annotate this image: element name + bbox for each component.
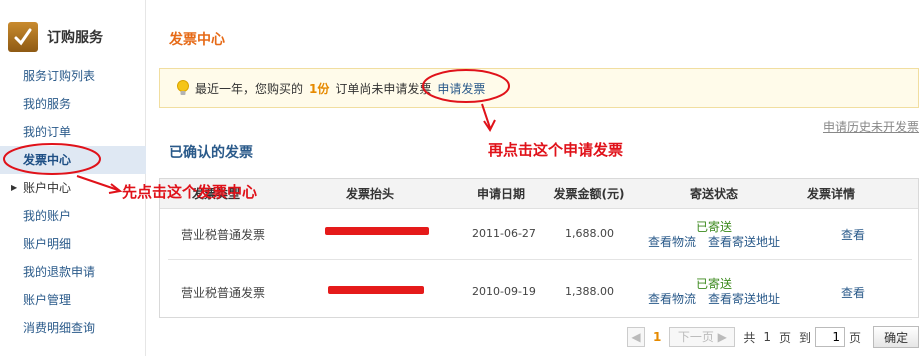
chevron-left-icon: ◀ — [631, 330, 641, 344]
view-detail-link[interactable]: 查看 — [841, 284, 865, 301]
current-page[interactable]: 1 — [653, 330, 661, 344]
sidebar-group-label: 账户中心 — [23, 181, 72, 195]
goto-unit: 页 — [849, 330, 862, 345]
history-unissued-link[interactable]: 申请历史未开发票 — [823, 118, 919, 135]
col-header-date: 申请日期 — [476, 187, 525, 201]
page-title: 发票中心 — [169, 32, 225, 48]
chevron-right-icon: ▶ — [717, 330, 727, 344]
next-page-button[interactable]: 下一页 ▶ — [669, 327, 736, 347]
notice-count: 1份 — [309, 81, 330, 96]
cell-date: 2010-09-19 — [472, 285, 536, 298]
lightbulb-icon — [177, 80, 189, 95]
cell-amount: 1,388.00 — [565, 285, 614, 298]
total-pages: 1 — [763, 330, 772, 344]
prev-page-button[interactable]: ◀ — [627, 327, 645, 347]
col-header-title: 发票抬头 — [345, 187, 394, 201]
cell-type: 营业税普通发票 — [181, 286, 266, 300]
section-title: 已确认的发票 — [169, 145, 253, 161]
sidebar-item-my-services[interactable]: 我的服务 — [0, 90, 146, 118]
sidebar-item-account-management[interactable]: 账户管理 — [0, 286, 146, 314]
annotation-step1: 先点击这个发票中心 — [122, 183, 258, 201]
invoice-table: 发票类型 发票抬头 申请日期 发票金额(元) 寄送状态 发票详情 营业税普通发票… — [159, 178, 919, 318]
sidebar-title: 订购服务 — [47, 30, 103, 46]
table-row: 营业税普通发票 2010-09-19 1,388.00 已寄送 查看物流 查看寄… — [168, 259, 912, 315]
pagination: ◀ 1 下一页 ▶ 共 1 页 到 页 确定 — [627, 326, 920, 348]
total-prefix: 共 — [743, 330, 756, 345]
annotation-step2: 再点击这个申请发票 — [488, 141, 624, 159]
col-header-detail: 发票详情 — [806, 187, 855, 201]
notice-bar: 最近一年，您购买的 1份 订单尚未申请发票 申请发票 — [159, 68, 919, 108]
view-address-link[interactable]: 查看寄送地址 — [708, 233, 780, 250]
redacted-title — [325, 227, 429, 235]
sidebar-item-service-list[interactable]: 服务订购列表 — [0, 62, 146, 90]
redacted-title — [328, 286, 424, 294]
checkmark-icon — [8, 22, 38, 52]
goto-prefix: 到 — [799, 330, 812, 345]
col-header-amount: 发票金额(元) — [553, 187, 625, 201]
apply-invoice-link[interactable]: 申请发票 — [437, 80, 485, 97]
view-logistics-link[interactable]: 查看物流 — [648, 233, 696, 250]
sidebar-nav: 服务订购列表 我的服务 我的订单 发票中心 ▶ 账户中心 我的账户 账户明细 我… — [0, 62, 146, 342]
cell-type: 营业税普通发票 — [181, 228, 266, 242]
sidebar-brand: 订购服务 — [8, 20, 103, 54]
view-logistics-link[interactable]: 查看物流 — [648, 290, 696, 307]
next-page-label: 下一页 — [677, 330, 714, 344]
view-detail-link[interactable]: 查看 — [841, 226, 865, 243]
confirm-button[interactable]: 确定 — [873, 326, 920, 348]
sidebar-item-refund-requests[interactable]: 我的退款申请 — [0, 258, 146, 286]
notice-prefix: 最近一年，您购买的 — [195, 81, 304, 96]
sidebar-item-invoice-center[interactable]: 发票中心 — [0, 146, 146, 174]
notice-suffix: 订单尚未申请发票 — [335, 81, 432, 96]
triangle-right-icon: ▶ — [11, 183, 18, 192]
cell-amount: 1,688.00 — [565, 227, 614, 240]
sidebar-item-consumption-query[interactable]: 消费明细查询 — [0, 314, 146, 342]
sidebar-item-account-details[interactable]: 账户明细 — [0, 230, 146, 258]
view-address-link[interactable]: 查看寄送地址 — [708, 290, 780, 307]
sidebar-item-my-orders[interactable]: 我的订单 — [0, 118, 146, 146]
sidebar: 订购服务 服务订购列表 我的服务 我的订单 发票中心 ▶ 账户中心 我的账户 账… — [0, 0, 146, 356]
col-header-status: 寄送状态 — [689, 187, 738, 201]
main-content: 发票中心 最近一年，您购买的 1份 订单尚未申请发票 申请发票 申请历史未开发票… — [159, 0, 921, 356]
cell-date: 2011-06-27 — [472, 227, 536, 240]
goto-page-input[interactable] — [815, 327, 846, 347]
sidebar-item-my-account[interactable]: 我的账户 — [0, 202, 146, 230]
table-header: 发票类型 发票抬头 申请日期 发票金额(元) 寄送状态 发票详情 — [160, 179, 918, 209]
invoice-center-page: 订购服务 服务订购列表 我的服务 我的订单 发票中心 ▶ 账户中心 我的账户 账… — [0, 0, 924, 356]
page-unit: 页 — [779, 330, 792, 345]
